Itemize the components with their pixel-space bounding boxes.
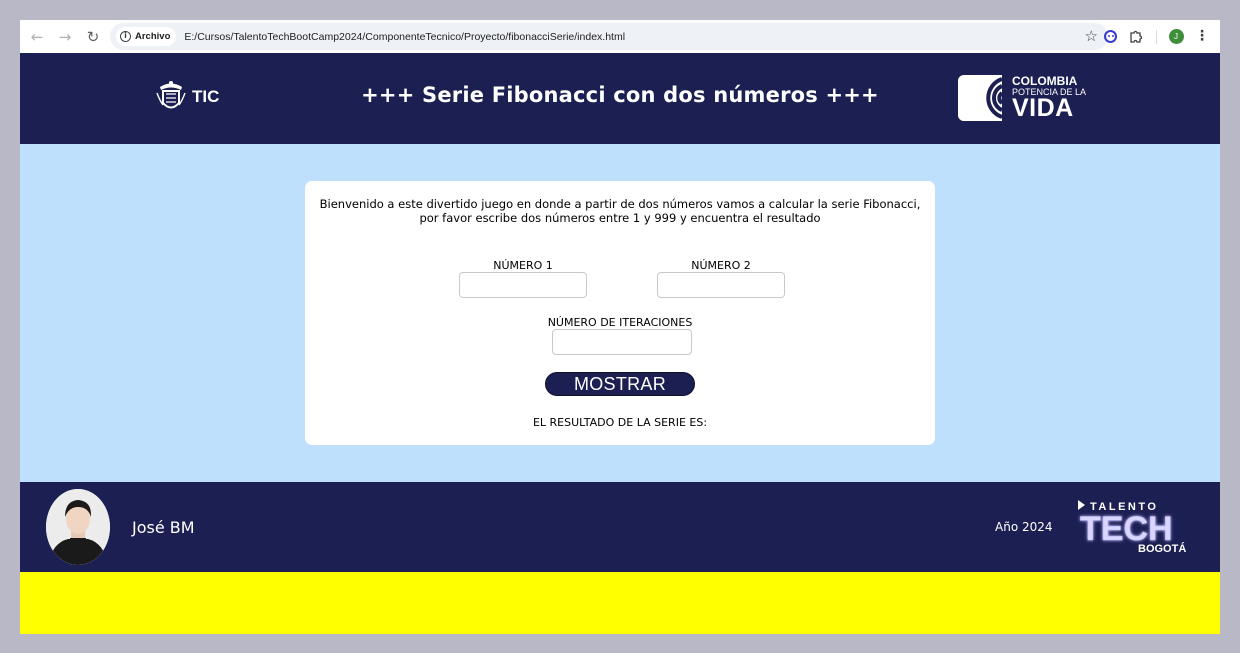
header: TIC +++ Serie Fibonacci con dos números … — [20, 53, 1220, 144]
bogota-word: BOGOTÁ — [1138, 542, 1186, 555]
intro-line-2: por favor escribe dos números entre 1 y … — [419, 211, 821, 225]
numero2-input[interactable] — [657, 272, 785, 298]
reload-icon[interactable]: ↻ — [80, 24, 106, 50]
author-avatar — [46, 489, 110, 565]
yellow-band — [20, 572, 1220, 634]
coat-of-arms-icon — [156, 81, 186, 109]
numero1-input[interactable] — [459, 272, 587, 298]
intro-text: Bienvenido a este divertido juego en don… — [305, 197, 935, 225]
site-info-label: Archivo — [135, 31, 171, 42]
info-icon: i — [120, 31, 131, 42]
page: TIC +++ Serie Fibonacci con dos números … — [20, 53, 1220, 634]
browser-toolbar: ← → ↻ i Archivo E:/Cursos/TalentoTechBoo… — [20, 20, 1220, 53]
footer: José BM Año 2024 TALENTO TECH BOGOTÁ — [20, 482, 1220, 572]
numero1-label: NÚMERO 1 — [493, 259, 553, 272]
tic-label: TIC — [192, 87, 220, 106]
puzzle-icon[interactable] — [1126, 26, 1146, 46]
profile-initial: J — [1168, 28, 1184, 44]
year-text: Año 2024 — [995, 520, 1053, 534]
colombia-word: COLOMBIA — [1012, 74, 1078, 88]
address-bar[interactable]: i Archivo E:/Cursos/TalentoTechBootCamp2… — [110, 23, 1108, 50]
extension-face-icon[interactable] — [1100, 26, 1120, 46]
forward-arrow-icon[interactable]: → — [52, 24, 78, 50]
iteraciones-label: NÚMERO DE ITERACIONES — [547, 316, 693, 329]
tic-logo: TIC — [154, 79, 219, 115]
mostrar-button[interactable]: MOSTRAR — [545, 372, 695, 396]
url-text[interactable]: E:/Cursos/TalentoTechBootCamp2024/Compon… — [184, 31, 625, 43]
menu-dots-icon[interactable]: ⋮ — [1192, 26, 1212, 46]
back-arrow-icon[interactable]: ← — [24, 24, 50, 50]
vida-word: VIDA — [1012, 94, 1074, 122]
profile-avatar[interactable]: J — [1166, 26, 1186, 46]
author-name: José BM — [132, 518, 195, 537]
site-info-chip[interactable]: i Archivo — [116, 27, 177, 46]
star-icon[interactable]: ☆ — [1085, 28, 1098, 44]
toolbar-separator — [1156, 30, 1157, 44]
intro-line-1: Bienvenido a este divertido juego en don… — [319, 197, 921, 211]
colombia-wave-icon — [958, 75, 1002, 121]
result-label: EL RESULTADO DE LA SERIE ES: — [532, 416, 708, 429]
fibonacci-form-card: Bienvenido a este divertido juego en don… — [305, 181, 935, 445]
iteraciones-input[interactable] — [552, 329, 692, 355]
numero2-label: NÚMERO 2 — [691, 259, 751, 272]
page-title: +++ Serie Fibonacci con dos números +++ — [361, 83, 879, 107]
talento-tech-logo: TALENTO TECH BOGOTÁ — [1078, 500, 1186, 555]
colombia-potencia-logo: COLOMBIA POTENCIA DE LA VIDA — [958, 75, 1086, 121]
